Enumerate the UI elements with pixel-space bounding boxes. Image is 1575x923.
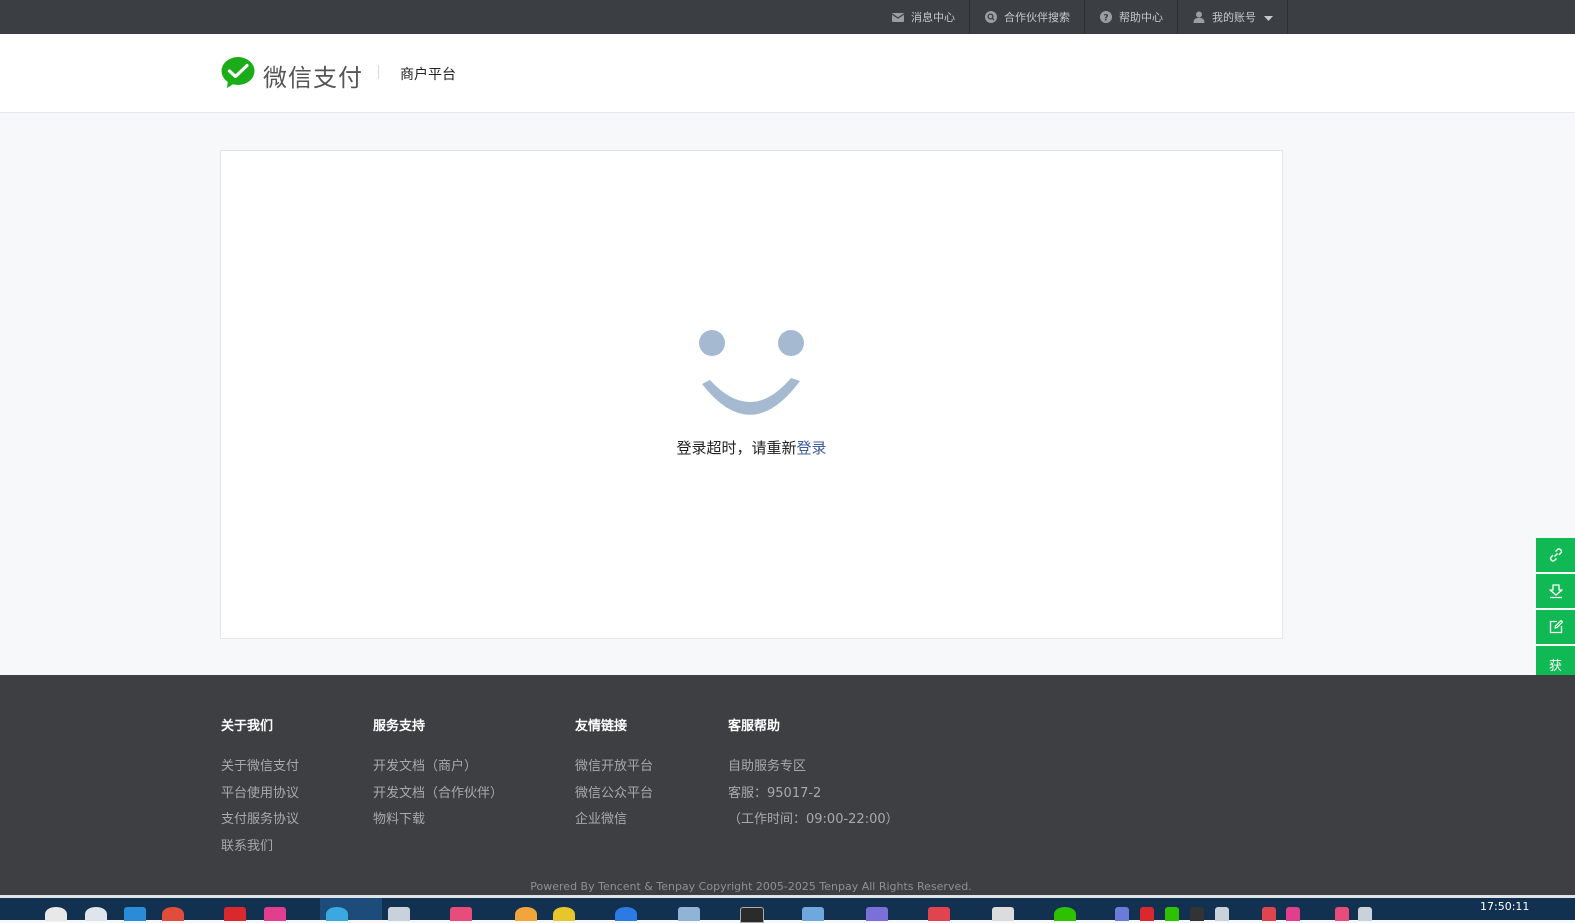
partner-search-link[interactable]: 合作伙伴搜索 [969,0,1084,34]
footer-column-customer-help: 客服帮助 自助服务专区 客服：95017-2 （工作时间：09:00-22:00… [728,715,899,834]
side-link-button[interactable] [1536,538,1575,572]
footer-column-service: 服务支持 开发文档（商户） 开发文档（合作伙伴） 物料下载 [373,715,503,834]
taskbar-app-icon[interactable] [928,907,950,921]
taskbar-app-icon[interactable] [45,907,67,921]
help-center-link[interactable]: ? 帮助中心 [1084,0,1177,34]
taskbar-tray-icon[interactable] [1115,907,1129,921]
user-icon [1192,10,1206,24]
taskbar-app-icon[interactable] [615,907,637,921]
my-account-menu[interactable]: 我的账号 [1177,0,1288,34]
working-hours-text: （工作时间：09:00-22:00） [728,812,899,827]
help-center-label: 帮助中心 [1119,11,1163,24]
edit-icon [1549,619,1563,634]
footer-link[interactable]: 物料下载 [373,807,503,834]
os-taskbar: 17:50:11 [0,895,1575,923]
copyright-text: Powered By Tencent & Tenpay Copyright 20… [530,880,972,893]
taskbar-app-icon[interactable] [162,907,184,921]
platform-name: 商户平台 [400,67,456,83]
svg-text:?: ? [1103,13,1108,23]
chevron-down-icon [1264,11,1273,24]
taskbar-app-icon[interactable] [450,907,472,921]
taskbar-app-icon[interactable] [85,907,107,921]
header: 微信支付 商户平台 [0,34,1575,113]
taskbar-app-icon[interactable] [264,907,286,921]
taskbar-app-icon[interactable] [992,907,1014,921]
wechat-pay-logo-icon [221,57,255,93]
footer-link[interactable]: 微信公众平台 [575,781,653,808]
message-center-label: 消息中心 [911,11,955,24]
footer-column-about: 关于我们 关于微信支付 平台使用协议 支付服务协议 联系我们 [221,715,299,860]
footer-column-friend-links: 友情链接 微信开放平台 微信公众平台 企业微信 [575,715,653,834]
taskbar-app-icon[interactable] [553,907,575,921]
footer-link[interactable]: 关于微信支付 [221,754,299,781]
login-link[interactable]: 登录 [797,439,827,457]
my-account-label: 我的账号 [1212,11,1256,24]
footer-column-title: 友情链接 [575,719,628,734]
taskbar-app-icon[interactable] [388,907,410,921]
taskbar-app-icon[interactable] [866,907,888,921]
taskbar-tray-icon[interactable] [1335,907,1349,921]
side-feedback-button[interactable] [1536,610,1575,644]
footer-link[interactable]: 微信开放平台 [575,754,653,781]
taskbar-app-icon[interactable] [678,907,700,921]
footer-column-title: 关于我们 [221,719,274,734]
taskbar-app-icon[interactable] [740,907,764,923]
taskbar-app-icon[interactable] [515,907,537,921]
top-bar: 消息中心 合作伙伴搜索 ? 帮助中心 我的账号 [0,0,1575,34]
get-help-char: 获 [1548,659,1562,674]
partner-search-label: 合作伙伴搜索 [1004,11,1070,24]
footer-column-title: 服务支持 [373,719,426,734]
footer-link[interactable]: 企业微信 [575,807,653,834]
footer-link[interactable]: 联系我们 [221,834,299,861]
self-service-link[interactable]: 自助服务专区 [728,754,899,781]
taskbar-app-icon[interactable] [224,907,246,921]
session-timeout-message: 登录超时，请重新登录 [221,437,1282,458]
smiley-face-icon [699,330,804,415]
footer-link[interactable]: 开发文档（合作伙伴） [373,781,503,808]
content-card: 登录超时，请重新登录 [220,150,1283,639]
taskbar-tray-icon[interactable] [1358,907,1372,921]
logo-text: 微信支付 [263,63,363,92]
taskbar-app-icon[interactable] [1054,907,1076,921]
wechat-pay-logo[interactable]: 微信支付 [221,57,363,93]
taskbar-tray-icon[interactable] [1262,907,1276,921]
hotline-text: 客服：95017-2 [728,785,822,801]
taskbar-tray-icon[interactable] [1190,907,1204,921]
side-download-button[interactable] [1536,574,1575,608]
footer-column-title: 客服帮助 [728,719,781,734]
taskbar-tray-icon[interactable] [1286,907,1300,921]
footer-link[interactable]: 支付服务协议 [221,807,299,834]
help-icon: ? [1099,10,1113,24]
taskbar-tray-icon[interactable] [1215,907,1229,921]
mail-icon [891,10,905,24]
footer-link[interactable]: 开发文档（商户） [373,754,503,781]
top-nav: 消息中心 合作伙伴搜索 ? 帮助中心 我的账号 [877,0,1288,34]
taskbar-app-icon[interactable] [326,907,348,921]
header-divider [378,65,379,79]
timeout-text: 登录超时，请重新 [676,439,797,457]
taskbar-tray-icon[interactable] [1165,907,1179,921]
message-center-link[interactable]: 消息中心 [877,0,969,34]
taskbar-clock[interactable]: 17:50:11 [1480,900,1529,913]
taskbar-app-icon[interactable] [802,907,824,921]
search-icon [984,10,998,24]
footer-link[interactable]: 平台使用协议 [221,781,299,808]
footer: 关于我们 关于微信支付 平台使用协议 支付服务协议 联系我们 服务支持 开发文档… [0,675,1575,895]
download-icon [1548,584,1563,599]
link-icon [1549,548,1562,562]
taskbar-tray-icon[interactable] [1140,907,1154,921]
taskbar-app-icon[interactable] [124,907,146,921]
